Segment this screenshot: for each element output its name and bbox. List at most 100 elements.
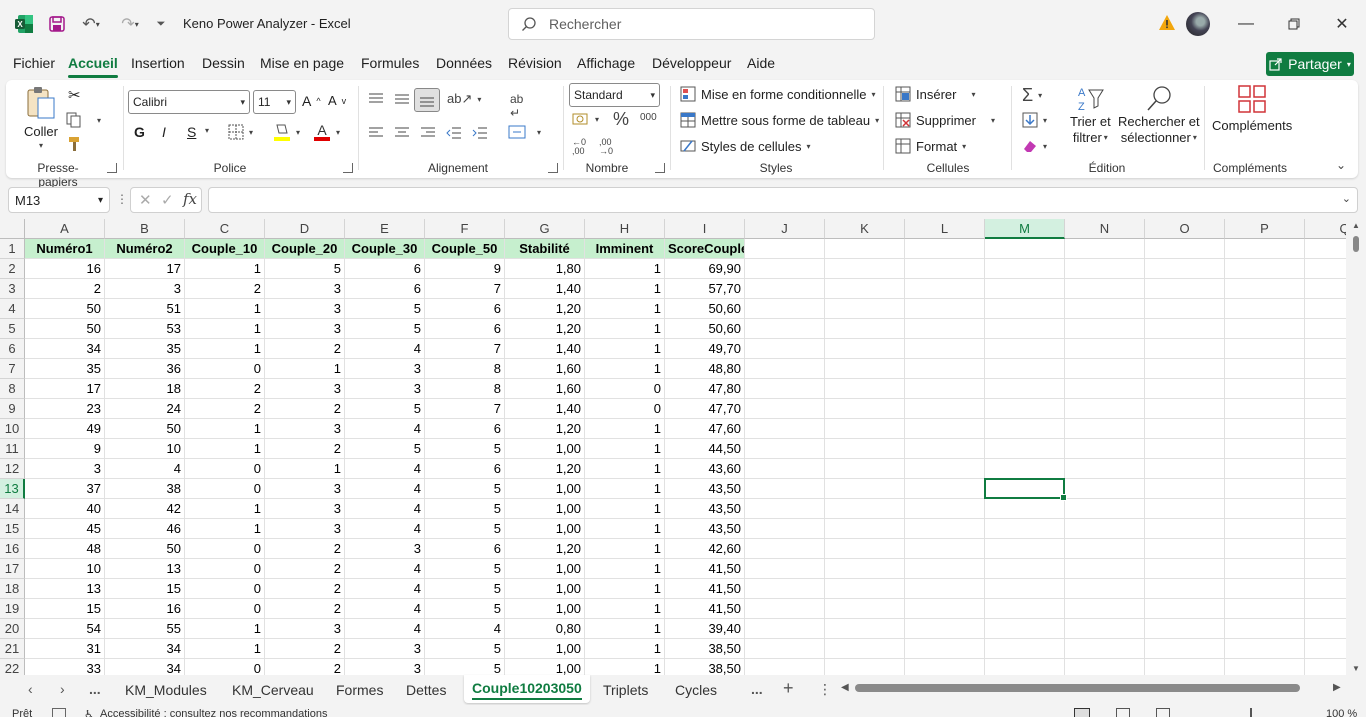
table-cell[interactable]: 6	[345, 279, 425, 299]
table-cell[interactable]: 5	[425, 559, 505, 579]
row-header[interactable]: 20	[0, 619, 25, 639]
empty-cell[interactable]	[745, 519, 825, 539]
table-cell[interactable]: 4	[345, 579, 425, 599]
zoom-level[interactable]: 100 %	[1326, 708, 1357, 717]
empty-cell[interactable]	[905, 319, 985, 339]
table-cell[interactable]: 5	[345, 439, 425, 459]
column-header[interactable]: F	[425, 219, 505, 239]
empty-cell[interactable]	[1145, 319, 1225, 339]
table-cell[interactable]: 1	[585, 659, 665, 675]
table-cell[interactable]: 1,40	[505, 339, 585, 359]
table-cell[interactable]: 0	[185, 539, 265, 559]
header-cell[interactable]: ScoreCouple	[665, 239, 745, 259]
row-header[interactable]: 7	[0, 359, 25, 379]
tab-formules[interactable]: Formules	[361, 55, 419, 71]
table-cell[interactable]: 5	[425, 599, 505, 619]
sheet-tab[interactable]: Formes	[336, 682, 383, 698]
empty-cell[interactable]	[1225, 459, 1305, 479]
table-cell[interactable]: 0	[185, 459, 265, 479]
empty-cell[interactable]	[745, 579, 825, 599]
empty-cell[interactable]	[905, 459, 985, 479]
empty-cell[interactable]	[1065, 579, 1145, 599]
format-as-table-button[interactable]: Mettre sous forme de tableau ▾	[680, 112, 879, 128]
empty-cell[interactable]	[1305, 459, 1346, 479]
table-cell[interactable]: 4	[345, 559, 425, 579]
column-header[interactable]: K	[825, 219, 905, 239]
table-cell[interactable]: 13	[25, 579, 105, 599]
empty-cell[interactable]	[1065, 619, 1145, 639]
table-cell[interactable]: 3	[265, 299, 345, 319]
zoom-slider[interactable]	[1250, 708, 1252, 717]
table-cell[interactable]: 44,50	[665, 439, 745, 459]
header-cell[interactable]: Numéro2	[105, 239, 185, 259]
sheet-tab[interactable]: Dettes	[406, 682, 446, 698]
autosum-button[interactable]: Σ ▾	[1022, 85, 1042, 106]
table-cell[interactable]: 0	[185, 359, 265, 379]
table-cell[interactable]: 0	[585, 379, 665, 399]
thousands-separator-icon[interactable]: 000	[640, 112, 657, 123]
tab-revision[interactable]: Révision	[508, 55, 562, 71]
table-cell[interactable]: 24	[105, 399, 185, 419]
table-cell[interactable]: 3	[265, 279, 345, 299]
empty-cell[interactable]	[1145, 559, 1225, 579]
table-cell[interactable]: 2	[185, 379, 265, 399]
empty-cell[interactable]	[745, 299, 825, 319]
enter-icon[interactable]: ✓	[161, 191, 174, 209]
empty-cell[interactable]	[1065, 299, 1145, 319]
table-cell[interactable]: 2	[25, 279, 105, 299]
table-cell[interactable]: 0	[585, 399, 665, 419]
align-right-icon[interactable]	[420, 126, 436, 140]
empty-cell[interactable]	[825, 479, 905, 499]
empty-cell[interactable]	[905, 259, 985, 279]
orientation-button[interactable]: ab↗ ▾	[447, 91, 481, 107]
borders-button[interactable]: ▾	[228, 124, 253, 140]
empty-cell[interactable]	[985, 299, 1065, 319]
empty-cell[interactable]	[745, 559, 825, 579]
empty-cell[interactable]	[1145, 499, 1225, 519]
table-cell[interactable]: 1	[585, 479, 665, 499]
empty-cell[interactable]	[825, 379, 905, 399]
merge-center-button[interactable]: ▾	[508, 124, 541, 140]
table-cell[interactable]: 5	[425, 519, 505, 539]
table-cell[interactable]: 43,50	[665, 479, 745, 499]
expand-formula-icon[interactable]: ⌄	[1342, 192, 1351, 205]
table-cell[interactable]: 3	[265, 499, 345, 519]
empty-cell[interactable]	[1145, 439, 1225, 459]
table-cell[interactable]: 3	[265, 619, 345, 639]
table-cell[interactable]: 1	[185, 419, 265, 439]
tab-fichier[interactable]: Fichier	[13, 55, 55, 71]
table-cell[interactable]: 34	[105, 659, 185, 675]
empty-cell[interactable]	[1145, 639, 1225, 659]
table-cell[interactable]: 9	[25, 439, 105, 459]
empty-cell[interactable]	[985, 279, 1065, 299]
empty-cell[interactable]	[745, 239, 825, 259]
empty-cell[interactable]	[745, 439, 825, 459]
table-cell[interactable]: 7	[425, 399, 505, 419]
table-cell[interactable]: 16	[105, 599, 185, 619]
table-cell[interactable]: 1,00	[505, 479, 585, 499]
empty-cell[interactable]	[825, 359, 905, 379]
empty-cell[interactable]	[1145, 339, 1225, 359]
table-cell[interactable]: 6	[425, 299, 505, 319]
empty-cell[interactable]	[1225, 239, 1305, 259]
table-cell[interactable]: 48	[25, 539, 105, 559]
empty-cell[interactable]	[1225, 559, 1305, 579]
empty-cell[interactable]	[1145, 579, 1225, 599]
empty-cell[interactable]	[745, 419, 825, 439]
table-cell[interactable]: 3	[265, 419, 345, 439]
empty-cell[interactable]	[825, 299, 905, 319]
empty-cell[interactable]	[1145, 619, 1225, 639]
customize-qat-icon[interactable]: ⏷	[154, 12, 168, 36]
table-cell[interactable]: 1	[265, 359, 345, 379]
table-cell[interactable]: 3	[345, 359, 425, 379]
table-cell[interactable]: 8	[425, 379, 505, 399]
tab-mise-en-page[interactable]: Mise en page	[260, 55, 344, 71]
empty-cell[interactable]	[825, 559, 905, 579]
empty-cell[interactable]	[825, 659, 905, 675]
row-header[interactable]: 11	[0, 439, 25, 459]
table-cell[interactable]: 13	[105, 559, 185, 579]
table-cell[interactable]: 23	[25, 399, 105, 419]
table-cell[interactable]: 2	[265, 399, 345, 419]
table-cell[interactable]: 42	[105, 499, 185, 519]
empty-cell[interactable]	[1065, 499, 1145, 519]
